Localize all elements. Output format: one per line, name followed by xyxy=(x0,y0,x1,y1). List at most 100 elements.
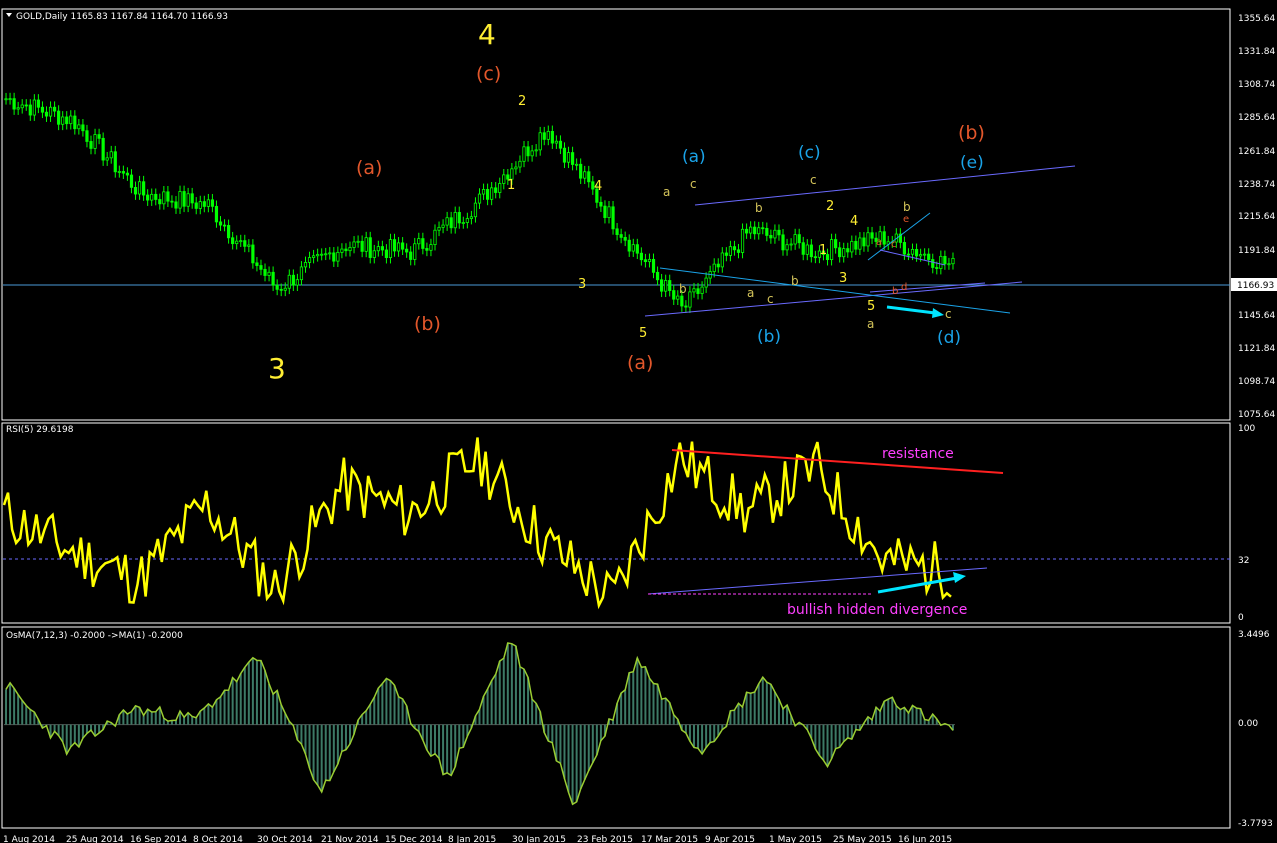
wave-sub-4: 4 xyxy=(850,214,858,229)
wave-y1: 1 xyxy=(507,178,515,193)
wave-red-b: (b) xyxy=(414,313,441,335)
candle-body xyxy=(28,104,32,116)
candle-body xyxy=(834,239,838,249)
candle-body xyxy=(57,110,61,125)
candle-body xyxy=(623,236,627,241)
candle-body xyxy=(235,240,239,245)
candle-body xyxy=(214,205,219,223)
candle-body xyxy=(931,259,935,268)
wave-sub-3: 3 xyxy=(839,271,847,286)
candle-body xyxy=(267,271,271,276)
candle-body xyxy=(838,247,842,258)
price-tick: 1331.84 xyxy=(1238,47,1275,57)
candle-body xyxy=(20,104,24,109)
wave-sub-b4: b xyxy=(903,200,911,214)
candle-body xyxy=(445,217,449,226)
candle-body xyxy=(688,291,692,308)
candle-body xyxy=(696,288,700,294)
candle-body xyxy=(923,253,927,256)
candle-body xyxy=(328,252,332,255)
current-price-label: 1166.93 xyxy=(1237,281,1274,291)
candle-body xyxy=(461,222,465,224)
candle-body xyxy=(583,171,587,179)
candle-body xyxy=(417,238,421,245)
candle-body xyxy=(372,250,376,258)
osma-panel-header: OsMA(7,12,3) -0.2000 ->MA(1) -0.2000 xyxy=(6,631,183,641)
candle-body xyxy=(951,257,955,265)
candle-body xyxy=(854,240,858,250)
candle-body xyxy=(575,163,579,166)
candle-body xyxy=(554,140,558,144)
candle-body xyxy=(740,228,745,253)
candle-body xyxy=(789,243,793,246)
candle-body xyxy=(352,241,356,248)
wave-sub-a4: a xyxy=(876,237,882,248)
candle-body xyxy=(728,246,733,256)
candle-body xyxy=(202,201,206,207)
candle-body xyxy=(809,244,813,258)
candle-body xyxy=(558,140,563,149)
candle-body xyxy=(846,248,850,253)
candle-body xyxy=(720,252,724,268)
wave-red-a2: (a) xyxy=(627,352,653,374)
wave-sub-2: 2 xyxy=(826,199,834,214)
candle-body xyxy=(660,279,664,292)
price-tick: 1238.74 xyxy=(1238,180,1275,190)
candle-body xyxy=(206,199,210,207)
candle-body xyxy=(384,249,389,259)
candle-body xyxy=(607,206,611,218)
candle-body xyxy=(882,231,886,245)
date-tick: 1 Aug 2014 xyxy=(3,835,55,843)
candle-body xyxy=(457,212,461,224)
candle-body xyxy=(441,224,445,228)
date-tick: 8 Oct 2014 xyxy=(193,835,243,843)
candle-body xyxy=(429,244,433,251)
candle-body xyxy=(700,286,704,294)
candle-body xyxy=(490,187,494,200)
candle-body xyxy=(48,106,53,117)
candle-body xyxy=(813,256,817,259)
date-tick: 16 Sep 2014 xyxy=(130,835,187,843)
candle-body xyxy=(498,183,502,193)
candle-body xyxy=(910,248,915,255)
wave-sub-a: a xyxy=(663,185,670,199)
candle-body xyxy=(44,111,49,117)
candle-body xyxy=(753,226,757,235)
candle-body xyxy=(283,287,287,291)
candle-body xyxy=(566,152,571,163)
candle-body xyxy=(12,98,16,110)
main-panel-header: GOLD,Daily 1165.83 1167.84 1164.70 1166.… xyxy=(16,12,228,22)
candle-body xyxy=(797,234,801,244)
date-tick: 8 Jan 2015 xyxy=(448,835,496,843)
candle-body xyxy=(906,253,911,256)
candle-body xyxy=(603,205,607,218)
candle-body xyxy=(570,152,575,165)
wave-4-label: 4 xyxy=(478,18,496,51)
candle-body xyxy=(332,252,336,262)
candle-body xyxy=(324,253,328,256)
candle-body xyxy=(425,248,429,251)
candle-body xyxy=(781,234,785,251)
candle-body xyxy=(829,239,834,261)
candle-body xyxy=(129,174,134,188)
candle-body xyxy=(421,238,425,249)
candle-body xyxy=(777,229,781,236)
candle-body xyxy=(744,228,749,234)
candle-body xyxy=(16,107,20,110)
candle-body xyxy=(32,99,36,116)
candle-body xyxy=(858,237,862,250)
candle-body xyxy=(348,247,352,252)
candle-body xyxy=(162,191,166,205)
candle-body xyxy=(356,240,360,243)
candle-body xyxy=(182,191,186,207)
candle-body xyxy=(651,258,656,273)
candle-body xyxy=(676,295,680,300)
candle-body xyxy=(405,248,409,253)
wave-blue-e: (e) xyxy=(960,153,984,173)
candle-body xyxy=(303,262,308,268)
wave-blue-b: (b) xyxy=(757,327,781,347)
wave-sub-5: 5 xyxy=(867,299,875,314)
candle-body xyxy=(170,200,174,203)
candle-body xyxy=(862,237,866,247)
candle-body xyxy=(255,262,259,266)
